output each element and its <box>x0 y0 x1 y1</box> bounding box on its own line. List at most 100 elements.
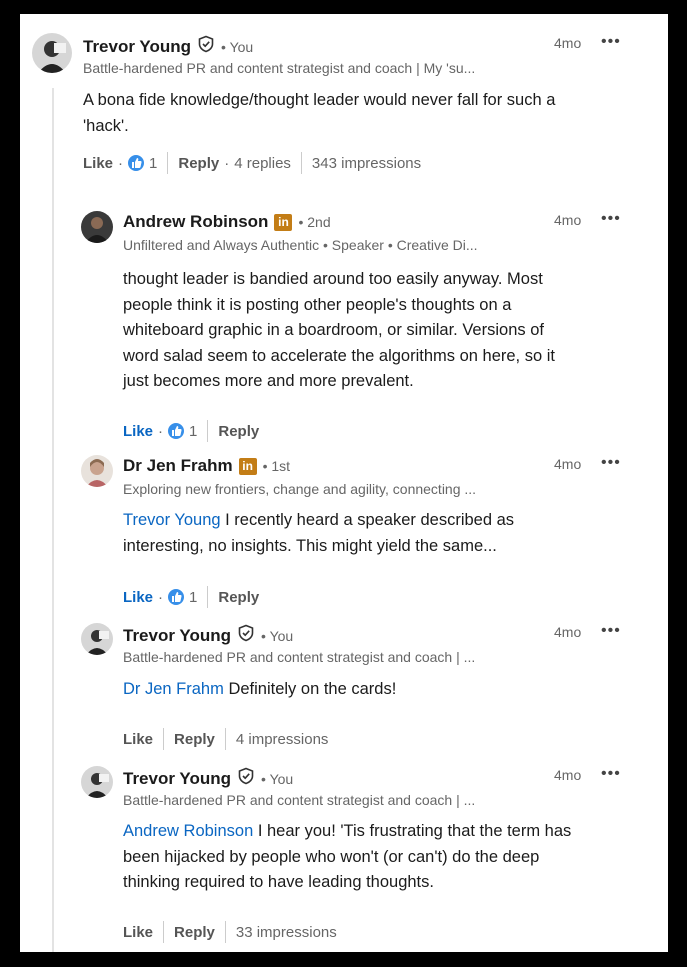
comment-line: A bona fide knowledge/thought leader wou… <box>83 91 556 109</box>
reaction-count[interactable]: 1 <box>149 155 157 172</box>
author-name[interactable]: Dr Jen Frahm <box>123 456 233 476</box>
comment-trevor-young-2: Trevor Young • You Battle-hardened PR an… <box>20 618 668 750</box>
author-row: Dr Jen Frahm in • 1st <box>123 456 290 476</box>
comment-body: Andrew Robinson I hear you! 'Tis frustra… <box>123 819 571 896</box>
connection-degree: • You <box>261 770 294 787</box>
mention-link[interactable]: Dr Jen Frahm <box>123 680 224 698</box>
like-reaction-icon[interactable] <box>168 423 185 439</box>
timestamp: 4mo <box>554 212 582 228</box>
like-reaction-icon[interactable] <box>128 155 145 171</box>
comment-actions: Like · 1 Reply <box>123 420 259 442</box>
comment-actions: Like · 1 Reply · 4 replies 343 impressio… <box>83 152 421 174</box>
connection-degree: • You <box>261 627 294 644</box>
divider <box>163 728 165 750</box>
impressions-count: 33 impressions <box>235 923 337 941</box>
comment-andrew-robinson: Andrew Robinson in • 2nd Unfiltered and … <box>20 204 668 442</box>
comment-line: interesting, no insights. This might yie… <box>123 536 497 555</box>
like-button[interactable]: Like <box>123 924 153 941</box>
comment-line: Trevor Young I recently heard a speaker … <box>123 511 515 529</box>
divider <box>207 420 209 442</box>
timestamp: 4mo <box>554 767 582 783</box>
divider <box>224 921 226 943</box>
comment-line: thought leader is bandied around too eas… <box>123 270 543 288</box>
comment-line: whiteboard graphic in a boardroom, or si… <box>123 321 544 339</box>
comment-line: Dr Jen Frahm Definitely on the cards! <box>123 680 397 698</box>
avatar[interactable] <box>81 455 113 487</box>
divider <box>300 152 302 174</box>
connection-degree: • 2nd <box>298 214 331 230</box>
avatar[interactable] <box>32 33 72 73</box>
comment-actions: Like · 1 Reply <box>123 586 259 608</box>
comment-line: been hijacked by people who won't (or ca… <box>123 847 540 866</box>
author-headline: Battle-hardened PR and content strategis… <box>83 60 476 76</box>
comment-line: word salad seem to accelerate the algori… <box>123 346 555 365</box>
avatar[interactable] <box>81 211 113 243</box>
reply-button[interactable]: Reply <box>174 731 215 748</box>
reply-button[interactable]: Reply <box>218 589 259 606</box>
comment-line: people think it is posting other people'… <box>123 295 512 314</box>
author-headline: Battle-hardened PR and content strategis… <box>123 792 476 808</box>
replies-count[interactable]: 4 replies <box>234 155 291 172</box>
comment-line: 'hack'. <box>83 116 129 135</box>
comment-trevor-young-3: Trevor Young • You Battle-hardened PR an… <box>20 761 668 943</box>
author-name[interactable]: Andrew Robinson <box>123 212 268 232</box>
avatar[interactable] <box>81 623 113 655</box>
reaction-count[interactable]: 1 <box>189 423 197 440</box>
comments-panel: Trevor Young • You Battle-hardened PR an… <box>20 14 668 952</box>
linkedin-premium-icon: in <box>274 213 293 231</box>
timestamp: 4mo <box>554 456 582 472</box>
comment-body: thought leader is bandied around too eas… <box>123 267 555 395</box>
reply-button[interactable]: Reply <box>178 155 219 172</box>
like-button[interactable]: Like <box>123 731 153 748</box>
comment-line: thinking required to have leading though… <box>123 873 434 891</box>
comment-line: just becomes more and more prevalent. <box>123 372 414 390</box>
author-row: Trevor Young • You <box>123 624 293 647</box>
divider <box>207 586 209 608</box>
connection-degree: • You <box>221 38 254 55</box>
comment-body: Dr Jen Frahm Definitely on the cards! <box>123 677 396 703</box>
comment-body: Trevor Young I recently heard a speaker … <box>123 508 514 559</box>
author-row: Trevor Young • You <box>83 35 253 58</box>
author-row: Trevor Young • You <box>123 767 293 790</box>
impressions-count: 343 impressions <box>311 154 422 172</box>
divider <box>163 921 165 943</box>
divider <box>224 728 226 750</box>
more-options-icon[interactable]: ••• <box>601 454 621 472</box>
author-name[interactable]: Trevor Young <box>123 626 231 646</box>
like-reaction-icon[interactable] <box>168 589 185 605</box>
reply-button[interactable]: Reply <box>174 924 215 941</box>
author-name[interactable]: Trevor Young <box>123 769 231 789</box>
reaction-count[interactable]: 1 <box>189 589 197 606</box>
timestamp: 4mo <box>554 624 582 640</box>
more-options-icon[interactable]: ••• <box>601 33 621 51</box>
comment-actions: Like Reply 33 impressions <box>123 921 337 943</box>
like-button[interactable]: Like <box>123 589 153 606</box>
linkedin-premium-icon: in <box>238 457 257 475</box>
comment-trevor-young-1: Trevor Young • You Battle-hardened PR an… <box>20 14 668 189</box>
author-name[interactable]: Trevor Young <box>83 37 191 57</box>
more-options-icon[interactable]: ••• <box>601 765 621 783</box>
avatar[interactable] <box>81 766 113 798</box>
comment-body: A bona fide knowledge/thought leader wou… <box>83 88 555 139</box>
author-headline: Exploring new frontiers, change and agil… <box>123 481 477 497</box>
connection-degree: • 1st <box>262 458 291 474</box>
author-row: Andrew Robinson in • 2nd <box>123 212 331 232</box>
impressions-count: 4 impressions <box>235 730 329 748</box>
comment-line: Andrew Robinson I hear you! 'Tis frustra… <box>123 822 572 840</box>
mention-link[interactable]: Andrew Robinson <box>123 822 253 840</box>
more-options-icon[interactable]: ••• <box>601 622 621 640</box>
more-options-icon[interactable]: ••• <box>601 210 621 228</box>
author-headline: Unfiltered and Always Authentic • Speake… <box>123 237 478 253</box>
like-button[interactable]: Like <box>123 423 153 440</box>
author-headline: Battle-hardened PR and content strategis… <box>123 649 476 665</box>
timestamp: 4mo <box>554 35 582 51</box>
comment-actions: Like Reply 4 impressions <box>123 728 328 750</box>
comment-jen-frahm: Dr Jen Frahm in • 1st Exploring new fron… <box>20 450 668 608</box>
verified-icon <box>237 767 255 790</box>
mention-link[interactable]: Trevor Young <box>123 511 221 529</box>
verified-icon <box>237 624 255 647</box>
divider <box>167 152 169 174</box>
reply-button[interactable]: Reply <box>218 423 259 440</box>
like-button[interactable]: Like <box>83 155 113 172</box>
verified-icon <box>197 35 215 58</box>
